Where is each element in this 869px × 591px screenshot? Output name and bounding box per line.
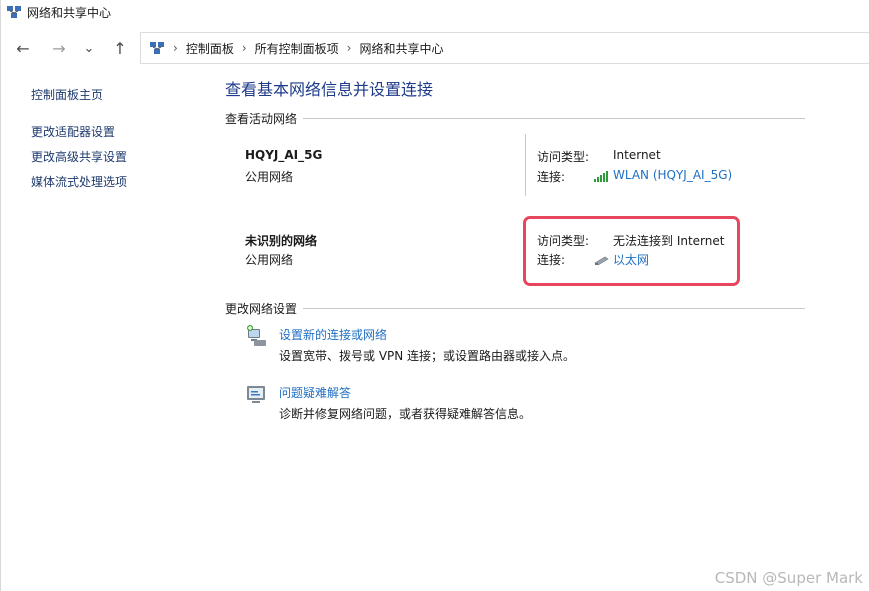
new-connection-icon[interactable]: [245, 324, 269, 348]
forward-arrow-icon: →: [52, 38, 66, 58]
back-button[interactable]: ←: [10, 30, 36, 66]
breadcrumb-separator-icon[interactable]: ›: [347, 41, 352, 55]
chevron-down-icon: ⌄: [83, 40, 95, 56]
section-heading-change-settings: 更改网络设置: [225, 300, 805, 317]
sidebar-link-adapter-settings[interactable]: 更改适配器设置: [31, 123, 211, 140]
back-arrow-icon: ←: [16, 38, 30, 58]
up-arrow-icon: ↑: [113, 38, 127, 58]
divider: [303, 118, 805, 119]
wifi-signal-icon: [594, 170, 608, 182]
up-button[interactable]: ↑: [107, 30, 133, 66]
network-name: 未识别的网络: [245, 234, 318, 248]
breadcrumb-control-panel[interactable]: 控制面板: [186, 40, 234, 57]
sidebar-link-media-streaming[interactable]: 媒体流式处理选项: [31, 173, 211, 190]
sidebar-link-home[interactable]: 控制面板主页: [31, 86, 211, 103]
network-center-icon: [7, 6, 21, 18]
connection-label: 连接:: [537, 170, 566, 184]
address-bar[interactable]: › 控制面板 › 所有控制面板项 › 网络和共享中心: [140, 32, 869, 64]
watermark: CSDN @Super Mark: [714, 569, 863, 587]
highlight-box: [523, 216, 740, 286]
sidebar: 控制面板主页 更改适配器设置 更改高级共享设置 媒体流式处理选项: [31, 86, 211, 198]
connection-value-wlan[interactable]: WLAN (HQYJ_AI_5G): [593, 168, 732, 182]
title-bar: 网络和共享中心: [1, 0, 869, 26]
window-title: 网络和共享中心: [27, 6, 112, 20]
navigation-bar: ← → ⌄ ↑ › 控制面板 › 所有控制面板项 › 网络和共享中心: [1, 30, 869, 66]
breadcrumb-separator-icon[interactable]: ›: [242, 41, 247, 55]
access-type-value: Internet: [613, 148, 661, 162]
divider-vertical: [525, 134, 526, 196]
breadcrumb-network-center[interactable]: 网络和共享中心: [359, 40, 443, 57]
network-name: HQYJ_AI_5G: [245, 148, 323, 162]
troubleshoot-link[interactable]: 问题疑难解答: [279, 384, 351, 401]
breadcrumb-all-items[interactable]: 所有控制面板项: [255, 40, 339, 57]
control-panel-icon: [150, 42, 164, 54]
forward-button[interactable]: →: [46, 30, 72, 66]
setup-new-connection-desc: 设置宽带、拨号或 VPN 连接；或设置路由器或接入点。: [279, 349, 576, 363]
sidebar-link-advanced-sharing[interactable]: 更改高级共享设置: [31, 148, 211, 165]
wlan-connection-link[interactable]: WLAN (HQYJ_AI_5G): [613, 168, 732, 182]
network-profile: 公用网络: [245, 253, 294, 267]
troubleshoot-desc: 诊断并修复网络问题，或者获得疑难解答信息。: [279, 407, 532, 421]
troubleshoot-icon[interactable]: [245, 382, 269, 406]
network-profile: 公用网络: [245, 170, 294, 184]
section-heading-label: 查看活动网络: [225, 112, 298, 126]
setup-new-connection-link[interactable]: 设置新的连接或网络: [279, 326, 387, 343]
divider: [303, 308, 805, 309]
network-sharing-center-window: 网络和共享中心 ← → ⌄ ↑ › 控制面板 › 所有控制面板项 › 网络和共享…: [0, 0, 869, 591]
section-heading-label: 更改网络设置: [225, 302, 298, 316]
recent-locations-button[interactable]: ⌄: [76, 30, 102, 66]
section-heading-active-networks: 查看活动网络: [225, 110, 805, 127]
breadcrumb-separator-icon: ›: [173, 41, 178, 55]
page-title: 查看基本网络信息并设置连接: [225, 80, 434, 99]
access-type-label: 访问类型:: [537, 150, 590, 164]
